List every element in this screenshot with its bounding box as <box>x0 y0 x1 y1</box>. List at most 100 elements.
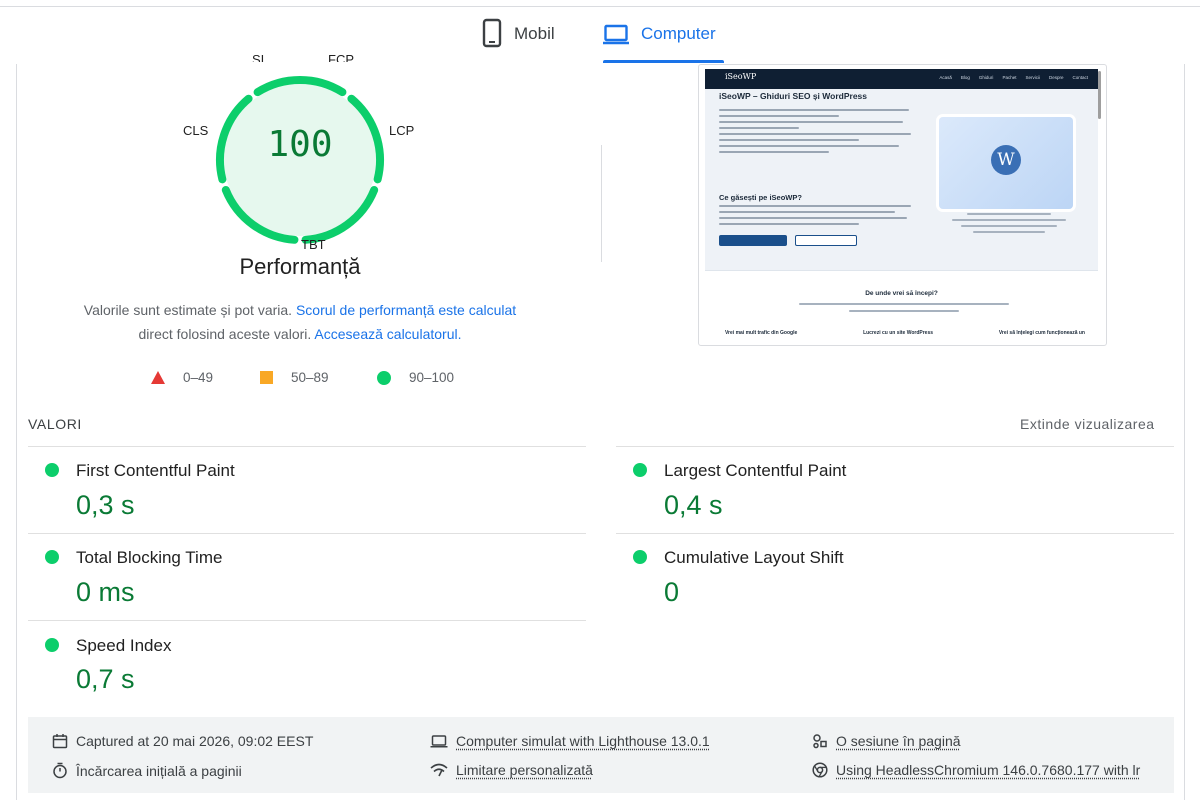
laptop-small-icon <box>430 735 448 748</box>
screenshot-subheading: Ce găsești pe iSeoWP? <box>719 193 802 202</box>
metric-pass-icon <box>45 638 59 652</box>
metrics-divider <box>28 620 586 621</box>
metric-tbt-value: 0 ms <box>76 577 135 607</box>
tab-mobile[interactable]: Mobil <box>482 18 555 64</box>
screenshot-section-text <box>849 310 959 312</box>
throttle-info[interactable]: Limitare personalizată <box>430 762 593 778</box>
phone-icon <box>482 18 502 53</box>
captured-text: Captured at 20 mai 2026, 09:02 EEST <box>76 733 314 749</box>
tab-desktop-label: Computer <box>641 24 716 43</box>
circle-icon <box>377 370 391 385</box>
chrome-icon <box>812 762 828 778</box>
device-text[interactable]: Computer simulat with Lighthouse 13.0.1 <box>456 733 710 749</box>
legend-average-range: 50–89 <box>291 370 329 385</box>
run-info-footer <box>28 717 1174 793</box>
session-text[interactable]: O sesiune în pagină <box>836 733 961 749</box>
screenshot-scrollbar <box>1098 71 1101 119</box>
gauge-label-tbt: TBT <box>301 237 326 252</box>
timer-icon <box>53 762 67 779</box>
metrics-divider <box>28 446 586 447</box>
load-text: Încărcarea inițială a paginii <box>76 762 242 779</box>
metric-pass-icon <box>45 463 59 477</box>
score-description: Valorile sunt estimate și pot varia. Sco… <box>60 298 540 346</box>
captured-info: Captured at 20 mai 2026, 09:02 EEST <box>52 733 313 749</box>
device-info[interactable]: Computer simulat with Lighthouse 13.0.1 <box>430 733 710 749</box>
screenshot-menu-item: Acasă <box>939 75 952 80</box>
session-info[interactable]: O sesiune în pagină <box>812 733 961 749</box>
screenshot-primary-button <box>719 235 787 246</box>
square-icon <box>260 371 273 384</box>
legend-pass-range: 90–100 <box>409 370 455 385</box>
metric-si-name: Speed Index <box>76 636 172 655</box>
screenshot-menu-item: Ghiduri <box>978 75 994 80</box>
gauge-label-lcp: LCP <box>389 123 415 138</box>
session-icon <box>813 734 827 749</box>
metric-fcp-value: 0,3 s <box>76 490 135 520</box>
score-calc-link[interactable]: Scorul de performanță este calculat <box>296 302 516 318</box>
section-divider <box>601 145 602 262</box>
metric-lcp-name: Largest Contentful Paint <box>664 461 847 480</box>
screenshot-menu-item: Blog <box>960 75 970 80</box>
metrics-title: VALORI <box>28 416 82 432</box>
legend-average: 50–89 <box>260 370 329 385</box>
description-text-2: direct folosind aceste valori. <box>138 326 312 342</box>
screenshot-menu-item: Contact <box>1072 75 1088 80</box>
screenshot-menu-item: Servicii <box>1025 75 1040 80</box>
browser-text[interactable]: Using HeadlessChromium 146.0.7680.177 wi… <box>836 762 1140 778</box>
load-info: Încărcarea inițială a paginii <box>52 762 242 779</box>
screenshot-columns: Vrei mai mult trafic din Google Lucrezi … <box>725 330 1085 336</box>
metric-pass-icon <box>45 550 59 564</box>
performance-title: Performanță <box>239 254 361 279</box>
metrics-divider <box>616 446 1174 447</box>
tab-active-indicator <box>603 60 724 63</box>
screenshot-column-title: Vrei să înțelegi cum funcționează un <box>998 330 1085 336</box>
screenshot-menu-item: Pachet <box>1002 75 1017 80</box>
panel-border-right <box>1184 64 1185 800</box>
page-screenshot[interactable]: iSeoWP Acasă Blog Ghiduri Pachet Servici… <box>698 64 1107 346</box>
performance-score: 100 <box>267 124 333 165</box>
screenshot-caption <box>949 213 1069 237</box>
metric-cls-value: 0 <box>664 577 680 607</box>
description-text-1: Valorile sunt estimate și pot varia. <box>83 302 293 318</box>
legend-fail-range: 0–49 <box>183 370 214 385</box>
screenshot-section-text <box>799 303 1009 305</box>
metrics-divider <box>28 533 586 534</box>
screenshot-text-block-2 <box>719 205 919 229</box>
panel-border-left <box>16 64 17 800</box>
screenshot-menu-item: Despre <box>1048 75 1064 80</box>
screenshot-menu: Acasă Blog Ghiduri Pachet Servicii Despr… <box>939 75 1088 80</box>
legend-pass: 90–100 <box>377 370 454 385</box>
tab-desktop[interactable]: Computer <box>603 18 724 64</box>
wordpress-logo-icon: W <box>991 145 1021 175</box>
calendar-icon <box>52 734 68 749</box>
screenshot-column-title: Lucrezi cu un site WordPress <box>863 330 934 336</box>
screenshot-column-title: Vrei mai mult trafic din Google <box>725 330 798 336</box>
laptop-icon <box>603 18 629 53</box>
metric-si-value: 0,7 s <box>76 664 135 694</box>
throttle-text[interactable]: Limitare personalizată <box>456 762 593 778</box>
metric-pass-icon <box>633 463 647 477</box>
browser-info[interactable]: Using HeadlessChromium 146.0.7680.177 wi… <box>812 762 1140 778</box>
metric-pass-icon <box>633 550 647 564</box>
metric-cls-name: Cumulative Layout Shift <box>664 548 844 567</box>
tab-mobile-label: Mobil <box>514 24 555 43</box>
gauge-label-si: SI <box>252 52 265 62</box>
gauge-label-cls: CLS <box>183 123 209 138</box>
top-divider <box>0 6 1200 7</box>
calculator-link[interactable]: Accesează calculatorul. <box>314 326 461 342</box>
screenshot-text-block <box>719 109 919 157</box>
screenshot-section-title: De unde vrei să începi? <box>865 290 938 297</box>
legend-fail: 0–49 <box>151 370 213 385</box>
screenshot-logo: iSeoWP <box>725 72 757 81</box>
wifi-icon <box>430 763 448 777</box>
screenshot-navbar: iSeoWP Acasă Blog Ghiduri Pachet Servici… <box>705 69 1098 89</box>
metric-fcp-name: First Contentful Paint <box>76 461 235 480</box>
screenshot-secondary-button <box>795 235 857 246</box>
screenshot-heading: iSeoWP – Ghiduri SEO și WordPress <box>719 91 868 101</box>
metric-tbt-name: Total Blocking Time <box>76 548 223 567</box>
metric-lcp-value: 0,4 s <box>664 490 723 520</box>
triangle-icon <box>151 371 165 384</box>
metrics-divider <box>616 533 1174 534</box>
expand-view-button[interactable]: Extinde vizualizarea <box>1020 416 1155 432</box>
gauge-label-fcp: FCP <box>328 52 354 62</box>
